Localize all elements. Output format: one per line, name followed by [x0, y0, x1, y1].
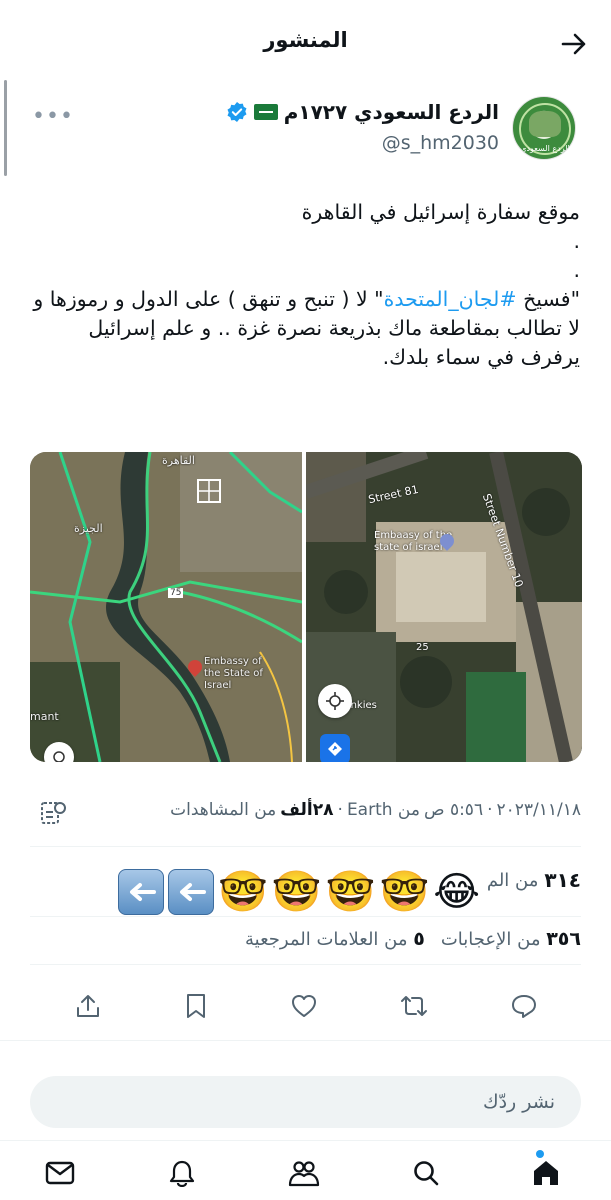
bookmark-icon[interactable]	[180, 990, 212, 1022]
map-road-number: 75	[168, 588, 184, 598]
reply-icon[interactable]	[508, 990, 540, 1022]
quotes-label: من الم	[486, 869, 539, 891]
nerd-face-emoji-icon: 🤓	[379, 869, 430, 915]
messages-icon[interactable]	[44, 1157, 76, 1189]
nerd-face-emoji-icon: 🤓	[325, 869, 376, 915]
likes-stat[interactable]: ٣٥٦ من الإعجابات	[441, 928, 581, 950]
map-label-embassy: Embassy of the State of Israel	[204, 656, 263, 691]
reply-input[interactable]: نشر ردّك	[30, 1076, 581, 1128]
map-label-number: 25	[416, 642, 429, 653]
map-image-left[interactable]: القاهرة الجيزة 75 Embassy of the State o…	[30, 452, 302, 762]
post-dot-2: .	[573, 258, 580, 282]
communities-icon[interactable]	[288, 1157, 320, 1189]
divider	[30, 916, 581, 917]
post-line-1: موقع سفارة إسرائيل في القاهرة	[301, 200, 580, 224]
analytics-icon[interactable]	[40, 800, 68, 826]
avatar[interactable]: الردع السعودي	[512, 96, 576, 160]
map-label-cairo: القاهرة	[162, 454, 195, 467]
divider	[0, 1040, 611, 1041]
scrollbar[interactable]	[4, 80, 7, 176]
nerd-face-emoji-icon: 🤓	[218, 869, 268, 915]
bookmarks-stat[interactable]: ٥ من العلامات المرجعية	[245, 928, 425, 950]
post-dot-1: .	[573, 229, 580, 253]
quotes-row[interactable]: ٣١٤ من الم	[487, 868, 581, 892]
media-gallery: القاهرة الجيزة 75 Embassy of the State o…	[30, 452, 582, 762]
map-label-embassy-right: Embaasy of the state of israel	[374, 530, 453, 553]
bottom-navigation	[0, 1140, 611, 1200]
like-icon[interactable]	[288, 990, 320, 1022]
map-image-right[interactable]: Street 81 Street Number 10 Embaasy of th…	[306, 452, 582, 762]
back-arrow-icon[interactable]	[556, 26, 592, 62]
author-name[interactable]: الردع السعودي ١٧٢٧م	[284, 100, 499, 124]
engagement-stats: ٣٥٦ من الإعجابات ٥ من العلامات المرجعية	[245, 928, 581, 950]
share-icon[interactable]	[72, 990, 104, 1022]
more-options-icon[interactable]: •••	[32, 104, 74, 129]
action-bar	[0, 968, 611, 1048]
views-label: من المشاهدات	[170, 800, 277, 820]
author-handle[interactable]: @s_hm2030	[382, 132, 499, 154]
notifications-icon[interactable]	[166, 1157, 198, 1189]
hashtag-link[interactable]: #لجان_المتحدة	[384, 287, 517, 311]
home-notification-dot	[536, 1150, 544, 1158]
emoji-overlay: 🤓 🤓 🤓 🤓 😂	[118, 868, 480, 916]
map-location-button[interactable]	[318, 684, 352, 718]
post-paragraph: "فسيخ #لجان_المتحدة" لا ( تنبح و تنهق ) …	[33, 287, 580, 369]
post-date: ٢٠٢٣/١١/١٨	[496, 800, 581, 820]
post-meta: ٢٠٢٣/١١/١٨ · ٥:٥٦ ص من Earth · ٢٨ألف من …	[170, 800, 581, 820]
divider	[30, 846, 581, 847]
post-text: موقع سفارة إسرائيل في القاهرة . . "فسيخ …	[24, 198, 580, 372]
directions-icon[interactable]	[320, 734, 350, 762]
post-time: ٥:٥٦ ص	[423, 800, 484, 820]
top-bar: المنشور	[0, 0, 611, 84]
left-arrow-emoji-icon	[118, 869, 164, 915]
divider	[30, 964, 581, 965]
quotes-count: ٣١٤	[544, 868, 581, 892]
verified-badge-icon	[227, 102, 247, 122]
home-icon[interactable]	[530, 1157, 562, 1189]
repost-icon[interactable]	[398, 990, 430, 1022]
joy-emoji-icon: 😂	[433, 869, 480, 915]
search-icon[interactable]	[410, 1157, 442, 1189]
page-title: المنشور	[263, 28, 348, 52]
saudi-flag-icon	[253, 104, 278, 120]
post-source: من Earth	[346, 800, 420, 820]
map-label-giza: الجيزة	[74, 522, 103, 535]
left-arrow-emoji-icon	[168, 869, 214, 915]
nerd-face-emoji-icon: 🤓	[271, 869, 322, 915]
map-label-edge: mant	[30, 710, 59, 723]
author-row[interactable]: الردع السعودي ١٧٢٧م	[226, 100, 499, 124]
views-count: ٢٨ألف	[280, 800, 334, 820]
